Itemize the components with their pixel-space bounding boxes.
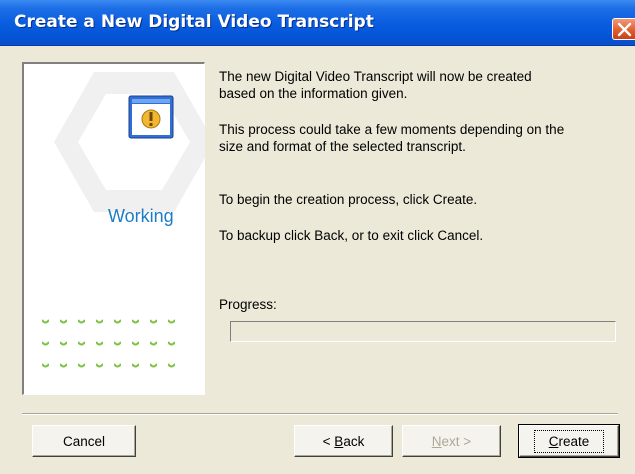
- working-status: Working: [108, 206, 174, 226]
- message-line-2: based on the information given.: [219, 86, 408, 101]
- wizard-side-panel: Working: [22, 62, 205, 395]
- message-line-1: The new Digital Video Transcript will no…: [219, 69, 532, 84]
- progress-label: Progress:: [219, 297, 277, 312]
- decorative-dots: [36, 318, 175, 384]
- message-line-6: To backup click Back, or to exit click C…: [219, 228, 484, 243]
- cancel-button-label: Cancel: [62, 433, 106, 449]
- next-button-label: Next >: [431, 433, 472, 449]
- cancel-button[interactable]: Cancel: [32, 425, 136, 457]
- window-title: Create a New Digital Video Transcript: [14, 12, 374, 32]
- app-window-warning-icon: [128, 95, 174, 139]
- message-line-4: size and format of the selected transcri…: [219, 139, 466, 154]
- back-button-label: < Back: [322, 433, 365, 449]
- close-icon: [617, 22, 632, 37]
- close-button[interactable]: [612, 18, 635, 40]
- message-line-3: This process could take a few moments de…: [219, 122, 565, 137]
- create-button[interactable]: Create: [518, 424, 620, 458]
- back-button[interactable]: < Back: [294, 425, 393, 457]
- title-bar[interactable]: Create a New Digital Video Transcript: [0, 0, 635, 46]
- message-line-5: To begin the creation process, click Cre…: [219, 192, 478, 207]
- wizard-window: Create a New Digital Video Transcript Wo…: [0, 0, 635, 474]
- progress-bar: [230, 321, 616, 342]
- create-button-label: Create: [533, 429, 605, 453]
- next-button[interactable]: Next >: [402, 425, 501, 457]
- button-separator: [22, 413, 618, 415]
